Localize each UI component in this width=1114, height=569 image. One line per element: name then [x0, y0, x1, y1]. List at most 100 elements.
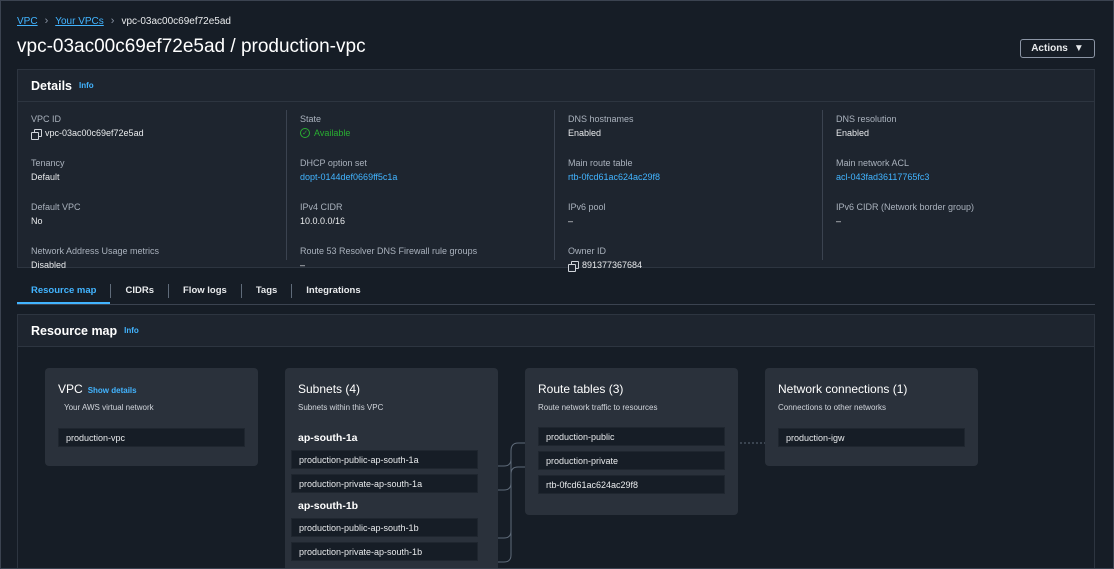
detail-label: Network Address Usage metrics [31, 246, 160, 256]
detail-value: Default [31, 172, 286, 182]
network-card-subtitle: Connections to other networks [778, 403, 887, 412]
route-table-chip[interactable]: production-private [538, 451, 725, 470]
tab-flow-logs[interactable]: Flow logs [169, 279, 241, 303]
detail-value: ✓ Available [300, 128, 554, 138]
breadcrumb-your-vpcs[interactable]: Your VPCs [55, 16, 104, 27]
detail-field-vpc-id: VPC ID vpc-03ac00c69ef72e5ad [31, 114, 286, 154]
detail-label: IPv4 CIDR [300, 202, 343, 212]
detail-label: DNS hostnames [568, 114, 634, 124]
show-details-link[interactable]: Show details [88, 386, 137, 395]
detail-field-state: State ✓ Available [300, 114, 554, 154]
details-info-link[interactable]: Info [79, 81, 94, 90]
check-circle-icon: ✓ [300, 128, 310, 138]
tab-integrations[interactable]: Integrations [292, 279, 374, 303]
detail-value: No [31, 216, 286, 226]
tab-cidrs[interactable]: CIDRs [111, 279, 168, 303]
subnet-chip[interactable]: production-private-ap-south-1a [291, 474, 478, 493]
detail-label: State [300, 114, 322, 124]
actions-label: Actions [1031, 43, 1068, 54]
subnet-chip[interactable]: production-public-ap-south-1a [291, 450, 478, 469]
detail-field-main-network-acl: Main network ACL acl-043fad36117765fc3 [836, 158, 1090, 198]
details-column: DNS resolution Enabled Main network ACL acl… [822, 110, 1090, 260]
copy-icon[interactable] [568, 260, 579, 272]
route-table-chip[interactable]: rtb-0fcd61ac624ac29f8 [538, 475, 725, 494]
resource-map-info-link[interactable]: Info [124, 326, 139, 335]
detail-value-text: 10.0.0.0/16 [300, 216, 346, 226]
detail-value-text: Default [31, 172, 60, 182]
detail-value[interactable]: acl-043fad36117765fc3 [836, 172, 1090, 182]
detail-value-text: dopt-0144def0669ff5c1a [300, 172, 398, 182]
vpc-card-title: VPC [58, 382, 83, 396]
detail-field-dhcp-option-set: DHCP option set dopt-0144def0669ff5c1a [300, 158, 554, 198]
tab-tags[interactable]: Tags [242, 279, 291, 303]
caret-down-icon: ▼ [1073, 43, 1084, 54]
chevron-right-icon: › [44, 15, 49, 27]
detail-label: DHCP option set [300, 158, 367, 168]
breadcrumb: VPC › Your VPCs › vpc-03ac00c69ef72e5ad [17, 15, 231, 27]
subnets-card-subtitle: Subnets within this VPC [298, 403, 384, 412]
vpc-card-subtitle: Your AWS virtual network [64, 403, 154, 412]
route-table-list: production-public production-private rtb-0… [538, 427, 726, 494]
detail-field-tenancy: Tenancy Default [31, 158, 286, 198]
copy-icon[interactable] [31, 128, 42, 140]
subnet-chip[interactable]: production-private-ap-south-1b [291, 542, 478, 561]
detail-field-ipv6-pool: IPv6 pool – [568, 202, 822, 242]
status-badge: ✓ Available [300, 128, 350, 138]
detail-field-ipv6-cidr-network-border-group: IPv6 CIDR (Network border group) – [836, 202, 1090, 242]
route-tables-card-subtitle: Route network traffic to resources [538, 403, 658, 412]
breadcrumb-vpc[interactable]: VPC [17, 16, 38, 27]
detail-value-text: vpc-03ac00c69ef72e5ad [45, 128, 144, 138]
detail-field-dns-resolution: DNS resolution Enabled [836, 114, 1090, 154]
detail-value-text: No [31, 216, 43, 226]
tab-bar: Resource map CIDRs Flow logs Tags Integratio… [17, 279, 1095, 305]
detail-value[interactable]: rtb-0fcd61ac624ac29f8 [568, 172, 822, 182]
detail-value-text: Enabled [568, 128, 602, 138]
detail-value-text: – [300, 260, 306, 270]
network-connection-chip[interactable]: production-igw [778, 428, 965, 447]
details-panel: Details Info VPC ID vpc-03ac00c69ef72e5ad… [17, 69, 1095, 272]
detail-field-ipv4-cidr: IPv4 CIDR 10.0.0.0/16 [300, 202, 554, 242]
detail-field-dns-hostnames: DNS hostnames Enabled [568, 114, 822, 154]
resource-map-body: VPC Show details Your AWS virtual networ… [18, 347, 1094, 568]
route-table-chip[interactable]: production-public [538, 427, 725, 446]
chevron-right-icon: › [110, 15, 115, 27]
detail-value-text: Disabled [31, 260, 67, 270]
details-column: VPC ID vpc-03ac00c69ef72e5ad Tenancy Defaul… [18, 110, 286, 270]
subnet-chip[interactable]: production-public-ap-south-1b [291, 518, 478, 537]
detail-value: Enabled [568, 128, 822, 138]
detail-label: DNS resolution [836, 114, 897, 124]
vpc-card: VPC Show details Your AWS virtual networ… [45, 368, 258, 466]
resource-map-panel: Resource map Info VPC Show details Your … [17, 314, 1095, 568]
detail-label: VPC ID [31, 114, 62, 124]
detail-value-text: 891377367684 [582, 260, 643, 270]
detail-label: Route 53 Resolver DNS Firewall rule grou… [300, 246, 478, 256]
availability-zone-heading: ap-south-1b [298, 500, 359, 512]
subnets-card: Subnets (4) Subnets within this VPC ap-s… [285, 368, 498, 568]
tab-resource-map[interactable]: Resource map [17, 279, 111, 304]
details-column: State ✓ Available DHCP option set dopt-0144d… [286, 110, 554, 270]
details-title: Details [31, 78, 72, 93]
vpc-chip[interactable]: production-vpc [58, 428, 245, 447]
detail-value-text: acl-043fad36117765fc3 [836, 172, 930, 182]
detail-value-text: – [836, 216, 842, 226]
detail-label: Main route table [568, 158, 633, 168]
actions-button[interactable]: Actions ▼ [1020, 39, 1095, 58]
detail-value: Enabled [836, 128, 1090, 138]
detail-value[interactable]: dopt-0144def0669ff5c1a [300, 172, 554, 182]
route-tables-card-title: Route tables (3) [538, 382, 624, 396]
detail-field-default-vpc: Default VPC No [31, 202, 286, 242]
detail-value-text: rtb-0fcd61ac624ac29f8 [568, 172, 661, 182]
details-header: Details Info [18, 70, 1094, 102]
vpc-detail-page: VPC › Your VPCs › vpc-03ac00c69ef72e5ad … [0, 0, 1114, 569]
detail-label: Owner ID [568, 246, 607, 256]
detail-value: 891377367684 [568, 260, 822, 272]
detail-label: IPv6 CIDR (Network border group) [836, 202, 975, 212]
resource-map-title: Resource map [31, 323, 118, 338]
detail-value: – [568, 216, 822, 226]
detail-label: Tenancy [31, 158, 65, 168]
detail-value-text: – [568, 216, 574, 226]
details-column: DNS hostnames Enabled Main route table rtb-… [554, 110, 822, 272]
detail-value: – [300, 260, 554, 270]
detail-value: – [836, 216, 1090, 226]
subnet-groups: ap-south-1a production-public-ap-south-1a… [291, 432, 486, 561]
